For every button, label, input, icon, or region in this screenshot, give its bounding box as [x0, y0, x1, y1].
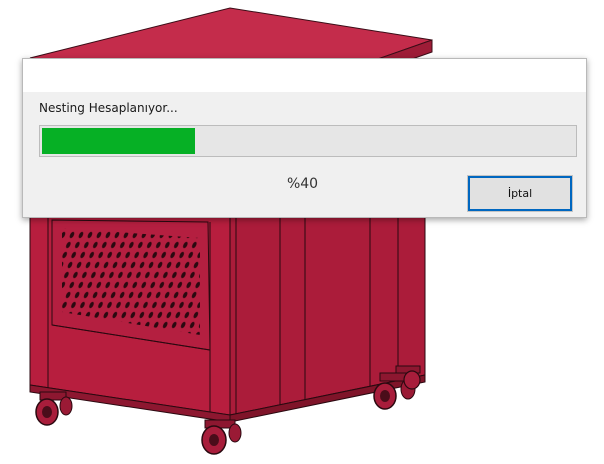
caster-wheel: [201, 419, 242, 455]
progress-bar-fill: [42, 128, 195, 154]
caster-wheel: [35, 391, 73, 426]
cancel-button[interactable]: İptal: [467, 175, 573, 212]
nesting-progress-dialog: Nesting Hesaplanıyor... %40 İptal: [22, 58, 587, 218]
progress-bar: [39, 125, 577, 157]
status-label: Nesting Hesaplanıyor...: [39, 101, 178, 115]
dialog-titlebar[interactable]: [23, 59, 586, 92]
